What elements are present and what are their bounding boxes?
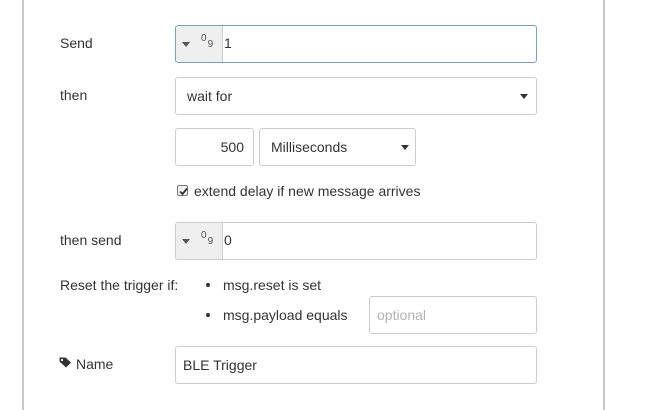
tag-icon <box>59 357 71 368</box>
duration-input[interactable]: 500 <box>175 128 254 166</box>
name-input[interactable]: BLE Trigger <box>175 346 537 384</box>
send-label: Send <box>60 35 93 51</box>
payload-equals-placeholder: optional <box>377 307 427 323</box>
bullet <box>206 313 210 317</box>
name-label: Name <box>76 356 114 372</box>
reset-label: Reset the trigger if: <box>60 277 179 293</box>
then-mode-select[interactable]: wait for <box>175 77 537 115</box>
reset-option-msg-reset: msg.reset is set <box>223 277 322 293</box>
duration-units-value: Milliseconds <box>271 139 348 155</box>
send-type-button[interactable]: 09 <box>176 26 223 62</box>
send-value-input[interactable]: 09 1 <box>175 25 537 63</box>
number-type-icon: 09 <box>201 230 214 247</box>
number-type-icon: 09 <box>201 33 214 50</box>
extend-delay-checkbox[interactable] <box>177 185 188 196</box>
then-mode-value: wait for <box>187 88 233 104</box>
check-icon <box>179 187 188 196</box>
extend-delay-label: extend delay if new message arrives <box>194 183 421 199</box>
duration-value: 500 <box>220 139 244 155</box>
then-send-value: 0 <box>224 232 232 248</box>
chevron-down-icon <box>520 94 528 99</box>
then-send-type-button[interactable]: 09 <box>176 223 223 259</box>
name-value: BLE Trigger <box>183 357 257 373</box>
bullet <box>206 283 210 287</box>
then-label: then <box>60 87 88 103</box>
chevron-down-icon <box>182 42 190 47</box>
chevron-down-icon <box>182 239 190 244</box>
payload-equals-input[interactable]: optional <box>369 296 537 334</box>
reset-option-payload-equals: msg.payload equals <box>223 307 348 323</box>
send-value: 1 <box>224 35 232 51</box>
chevron-down-icon <box>401 145 409 150</box>
then-send-label: then send <box>60 232 122 248</box>
then-send-value-input[interactable]: 09 0 <box>175 222 537 260</box>
duration-units-select[interactable]: Milliseconds <box>259 128 416 166</box>
